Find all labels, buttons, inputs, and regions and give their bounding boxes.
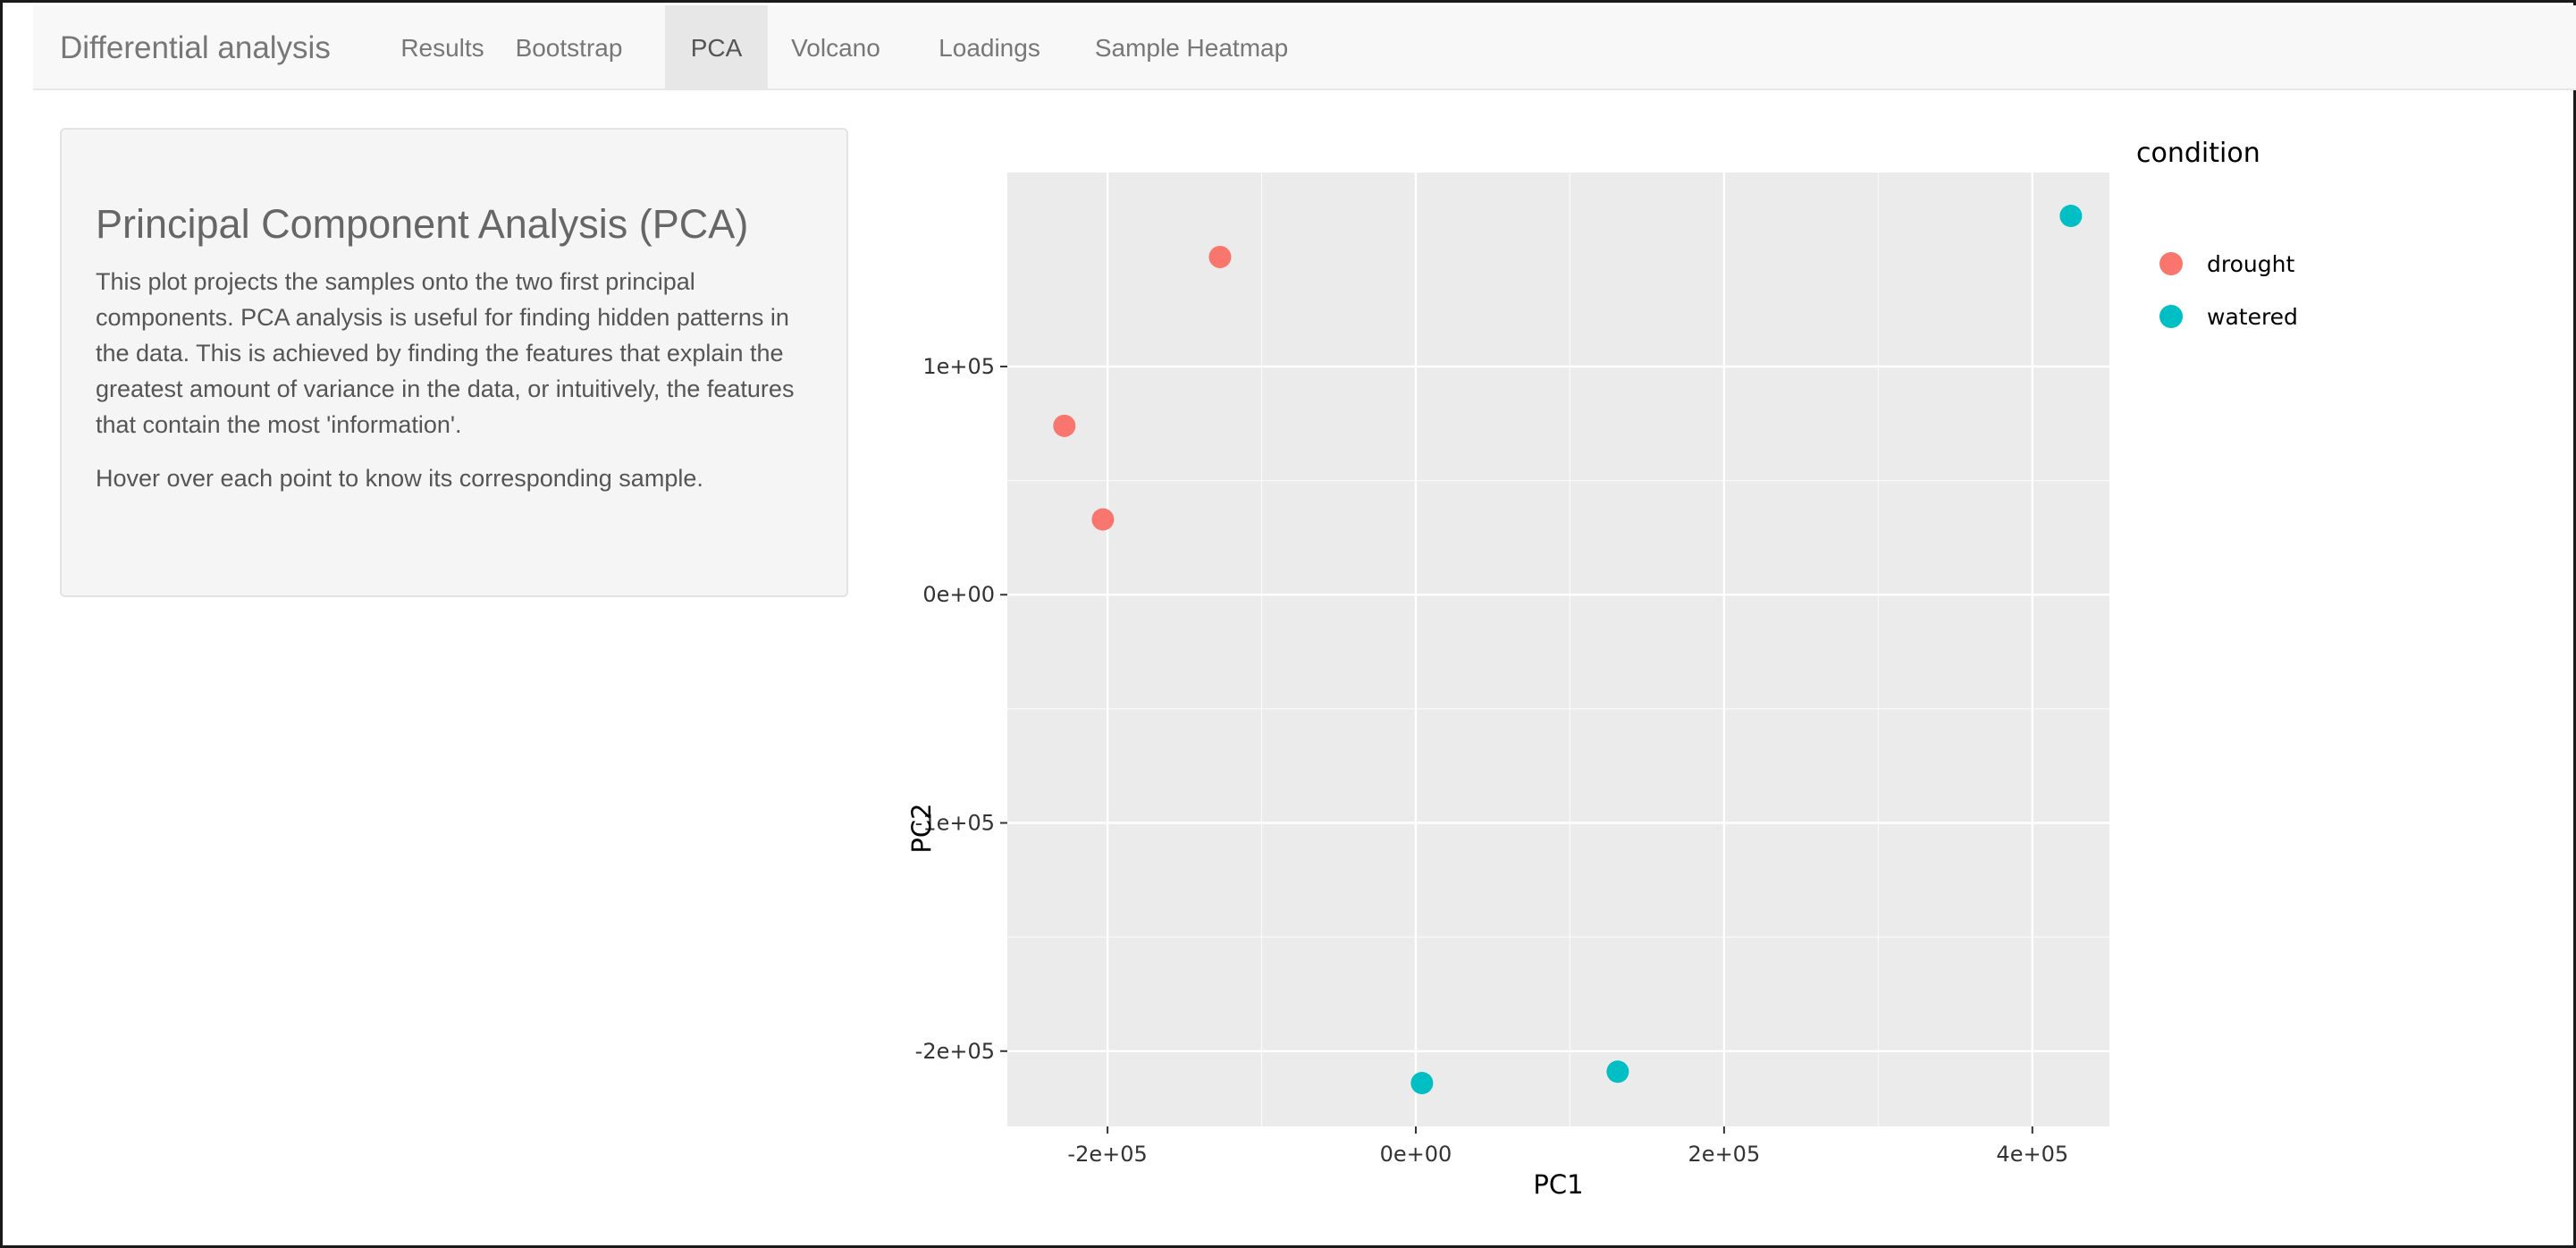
legend-key-watered [2159,305,2183,328]
y-axis-title: PC2 [906,803,937,853]
data-point-watered[interactable] [1606,1060,1629,1084]
data-point-drought[interactable] [1208,245,1232,268]
y-tick-label: 1e+05 [922,354,995,379]
data-point-watered[interactable] [1410,1072,1434,1094]
x-tick-label: 0e+00 [1380,1142,1452,1167]
x-axis-title: PC1 [1533,1169,1583,1200]
y-tick-label: -2e+05 [915,1039,995,1064]
legend-key-drought [2159,252,2183,275]
data-point-watered[interactable] [2059,205,2083,227]
legend: condition drought watered [2136,138,2298,330]
legend-label-drought: drought [2207,251,2294,277]
data-point-drought[interactable] [1053,414,1076,437]
x-tick-label: 2e+05 [1688,1142,1761,1167]
legend-label-watered: watered [2207,304,2298,330]
y-tick-label: 0e+00 [922,582,995,607]
x-tick-label: 4e+05 [1996,1142,2068,1167]
app-window: Differential analysis Results Bootstrap … [0,0,2576,1248]
pca-plot[interactable]: -2e+05 0e+00 2e+05 4e+051e+050e+00-1e+05-2e… [3,3,2573,1245]
x-tick-label: -2e+05 [1067,1142,1147,1167]
plot-background [1007,173,2109,1126]
data-point-drought[interactable] [1091,508,1115,531]
legend-title: condition [2136,138,2260,169]
